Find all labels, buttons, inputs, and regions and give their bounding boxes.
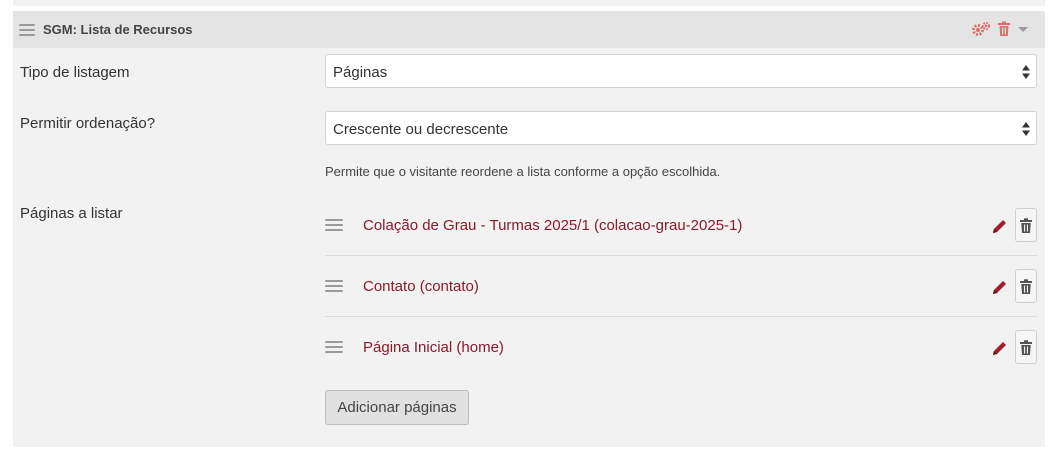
resource-list-panel: SGM: Lista de Recursos Tipo de listagem … (13, 11, 1045, 447)
page-link[interactable]: Página Inicial (home) (363, 339, 504, 356)
ordenacao-label: Permitir ordenação? (20, 115, 156, 132)
pages-list: Colação de Grau - Turmas 2025/1 (colacao… (325, 195, 1037, 378)
trash-icon[interactable] (1015, 269, 1037, 303)
page-link[interactable]: Contato (contato) (363, 278, 479, 295)
pencil-icon[interactable] (990, 217, 1008, 235)
select-arrows-icon (1022, 65, 1030, 79)
ordenacao-select[interactable]: Crescente ou decrescente (325, 111, 1037, 145)
tipo-listagem-label: Tipo de listagem (20, 64, 130, 81)
trash-icon[interactable] (1015, 330, 1037, 364)
drag-handle-icon[interactable] (325, 280, 343, 292)
ordenacao-help-text: Permite que o visitante reordene a lista… (325, 164, 721, 179)
settings-cogs-icon[interactable] (971, 21, 991, 37)
list-item: Colação de Grau - Turmas 2025/1 (colacao… (325, 195, 1037, 256)
add-pages-button[interactable]: Adicionar páginas (325, 390, 469, 425)
ordenacao-value: Crescente ou decrescente (333, 121, 509, 138)
chevron-down-icon[interactable] (1017, 23, 1029, 35)
trash-icon[interactable] (997, 21, 1011, 37)
pencil-icon[interactable] (990, 278, 1008, 296)
drag-handle-icon[interactable] (19, 24, 35, 36)
panel-header: SGM: Lista de Recursos (13, 11, 1045, 48)
tipo-listagem-select[interactable]: Páginas (325, 54, 1037, 88)
paginas-label: Páginas a listar (20, 205, 123, 222)
drag-handle-icon[interactable] (325, 219, 343, 231)
pencil-icon[interactable] (990, 339, 1008, 357)
top-divider (13, 0, 1045, 6)
tipo-listagem-value: Páginas (333, 64, 388, 81)
drag-handle-icon[interactable] (325, 341, 343, 353)
select-arrows-icon (1022, 122, 1030, 136)
page-link[interactable]: Colação de Grau - Turmas 2025/1 (colacao… (363, 217, 742, 234)
list-item: Contato (contato) (325, 256, 1037, 317)
list-item: Página Inicial (home) (325, 317, 1037, 378)
panel-title: SGM: Lista de Recursos (43, 22, 193, 37)
trash-icon[interactable] (1015, 208, 1037, 242)
